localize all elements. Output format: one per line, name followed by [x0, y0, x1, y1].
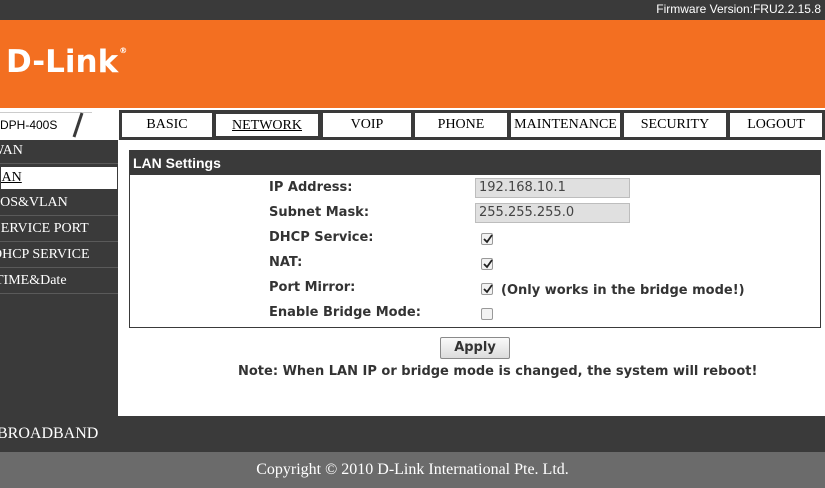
subnet-mask-label: Subnet Mask: — [269, 205, 370, 220]
tab-label: SECURITY — [640, 117, 710, 132]
ip-address-input[interactable]: 192.168.10.1 — [475, 178, 630, 198]
reboot-note: Note: When LAN IP or bridge mode is chan… — [238, 364, 758, 379]
sidebar-item-lan[interactable]: LAN — [0, 166, 118, 190]
tab-label: LOGOUT — [747, 117, 805, 132]
bridge-mode-label: Enable Bridge Mode: — [269, 305, 421, 320]
dlink-logo: D-Link® — [6, 44, 127, 80]
tab-label: PHONE — [437, 117, 485, 132]
port-mirror-note: (Only works in the bridge mode!) — [501, 283, 745, 298]
sidebar-item-wan[interactable]: WAN — [0, 140, 118, 164]
nat-checkbox[interactable] — [481, 258, 493, 270]
tab-maintenance[interactable]: MAINTENANCE — [510, 112, 621, 138]
sidebar-item-qos-vlan[interactable]: QOS&VLAN — [0, 192, 118, 216]
tab-phone[interactable]: PHONE — [414, 112, 508, 138]
model-name: DPH-400S — [0, 118, 58, 132]
broadband-bar: BROADBAND — [0, 416, 825, 452]
ip-address-label: IP Address: — [269, 180, 353, 195]
apply-button[interactable]: Apply — [440, 337, 510, 359]
subnet-mask-input[interactable]: 255.255.255.0 — [475, 203, 630, 223]
sidebar-item-label: DHCP SERVICE — [0, 247, 90, 262]
sidebar-item-service-port[interactable]: SERVICE PORT — [0, 218, 118, 242]
port-mirror-label: Port Mirror: — [269, 280, 356, 295]
firmware-bar: Firmware Version:FRU2.2.15.8 — [0, 0, 825, 20]
nat-label: NAT: — [269, 255, 303, 270]
sidebar-item-dhcp-service[interactable]: DHCP SERVICE — [0, 244, 118, 268]
registered-mark: ® — [119, 46, 128, 55]
tab-voip[interactable]: VOIP — [322, 112, 412, 138]
panel-title: LAN Settings — [130, 151, 820, 175]
tab-label: BASIC — [146, 117, 188, 132]
brand-banner: D-Link® — [0, 20, 825, 108]
sidebar-item-label: QOS&VLAN — [0, 195, 68, 210]
bridge-mode-checkbox[interactable] — [481, 308, 493, 320]
sidebar-item-time-date[interactable]: TIME&Date — [0, 270, 118, 294]
checkmark-icon — [483, 234, 493, 244]
lan-settings-panel: LAN Settings — [129, 150, 821, 328]
sidebar-item-label: TIME&Date — [0, 273, 67, 288]
footer: Copyright © 2010 D-Link International Pt… — [0, 452, 825, 488]
dhcp-service-label: DHCP Service: — [269, 230, 374, 245]
port-mirror-checkbox[interactable] — [481, 283, 493, 295]
copyright-text: Copyright © 2010 D-Link International Pt… — [256, 461, 569, 478]
checkmark-icon — [483, 259, 493, 269]
tab-basic[interactable]: BASIC — [121, 112, 213, 138]
slash-decoration-icon — [72, 112, 84, 138]
dhcp-service-checkbox[interactable] — [481, 233, 493, 245]
main-nav: BASIC NETWORK VOIP PHONE MAINTENANCE SEC… — [119, 110, 825, 140]
sidebar: WAN LAN QOS&VLAN SERVICE PORT DHCP SERVI… — [0, 140, 118, 416]
tab-network[interactable]: NETWORK — [214, 112, 320, 138]
tab-label: VOIP — [350, 117, 384, 132]
tab-security[interactable]: SECURITY — [623, 112, 727, 138]
tab-logout[interactable]: LOGOUT — [729, 112, 823, 138]
checkmark-icon — [483, 284, 493, 294]
sidebar-item-label: LAN — [1, 170, 22, 185]
broadband-label: BROADBAND — [0, 425, 99, 442]
sidebar-item-label: WAN — [0, 143, 23, 158]
logo-text: D-Link — [6, 44, 119, 80]
sidebar-item-label: SERVICE PORT — [0, 221, 89, 236]
tab-label: NETWORK — [232, 118, 302, 133]
tab-label: MAINTENANCE — [514, 117, 617, 132]
firmware-version: Firmware Version:FRU2.2.15.8 — [656, 2, 821, 16]
